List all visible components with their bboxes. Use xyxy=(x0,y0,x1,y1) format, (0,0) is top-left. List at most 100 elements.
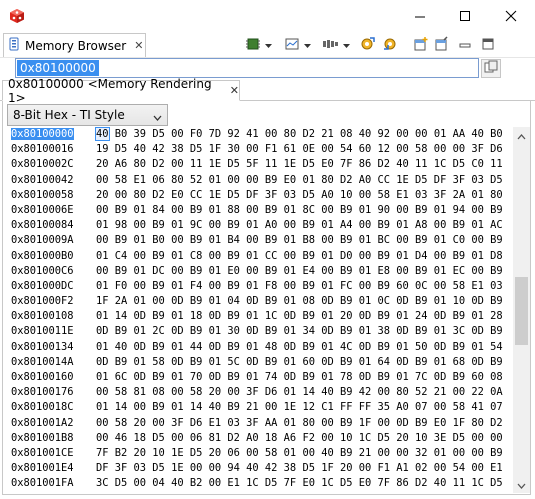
vertical-scrollbar[interactable] xyxy=(513,127,530,493)
memory-row[interactable]: 0x8010002C 20 A6 80 D2 00 11 1E D5 5F 11 … xyxy=(11,157,503,172)
tab-memory-browser[interactable]: Memory Browser ✕ xyxy=(3,33,146,57)
memory-row-bytes[interactable]: 0D B9 01 2C 0D B9 01 30 0D B9 01 34 0D B… xyxy=(96,324,503,339)
memory-row[interactable]: 0x801000B0 01 C4 00 B9 01 C8 00 B9 01 CC … xyxy=(11,249,503,264)
tab-close-icon[interactable]: ✕ xyxy=(134,39,143,52)
memory-row-bytes[interactable]: 00 B9 01 DC 00 B9 01 E0 00 B9 01 E4 00 B… xyxy=(96,264,503,279)
memory-row-bytes[interactable]: 00 46 18 D5 00 06 81 D2 A0 18 A6 F2 00 1… xyxy=(96,431,503,446)
memory-row-bytes[interactable]: 1F 2A 01 00 0D B9 01 04 0D B9 01 08 0D B… xyxy=(96,294,503,309)
toolbar-fill-button[interactable] xyxy=(321,35,341,55)
toolbar-layout-button[interactable] xyxy=(432,35,452,55)
go-button[interactable] xyxy=(481,59,501,78)
memory-row-bytes[interactable]: 3C D5 00 04 40 B2 00 E1 1C D5 7F E0 1C D… xyxy=(96,476,503,491)
memory-row[interactable]: 0x80100042 00 58 E1 06 80 52 01 00 00 B9 … xyxy=(11,173,503,188)
memory-row[interactable]: 0x801001FA 3C D5 00 04 40 B2 00 E1 1C D5 … xyxy=(11,476,503,491)
minimize-button[interactable] xyxy=(397,0,442,31)
chip-icon xyxy=(244,36,262,55)
memory-row-address: 0x801001FA xyxy=(11,476,96,491)
chevron-down-icon xyxy=(303,38,311,52)
memory-row[interactable]: 0x80100058 20 00 80 D2 E0 CC 1E D5 DF 3F … xyxy=(11,188,503,203)
toolbar-load-button[interactable] xyxy=(358,35,378,55)
memory-row-bytes[interactable]: 00 58 E1 06 80 52 01 00 00 B9 E0 01 80 D… xyxy=(96,173,503,188)
chip-dropdown[interactable] xyxy=(263,35,273,55)
memory-row-bytes[interactable]: 01 F0 00 B9 01 F4 00 B9 01 F8 00 B9 01 F… xyxy=(96,279,503,294)
toolbar-memory-button[interactable] xyxy=(283,35,303,55)
memory-row-address: 0x801001B8 xyxy=(11,431,96,446)
memory-row-bytes[interactable]: 0D B9 01 58 0D B9 01 5C 0D B9 01 60 0D B… xyxy=(96,355,503,370)
memory-row-bytes[interactable]: 40 B0 39 D5 00 F0 7D 92 41 00 80 D2 21 0… xyxy=(95,127,503,142)
load-gear-icon xyxy=(359,35,377,56)
format-select[interactable]: 8-Bit Hex - TI Style xyxy=(7,104,168,126)
byte-values: 01 6C 0D B9 01 70 0D B9 01 74 0D B9 01 7… xyxy=(96,371,503,383)
maximize-button[interactable] xyxy=(442,0,487,31)
byte-values: 20 00 80 D2 E0 CC 1E D5 DF 3F 03 D5 A0 1… xyxy=(96,188,503,201)
memory-row[interactable]: 0x801001B8 00 46 18 D5 00 06 81 D2 A0 18 … xyxy=(11,431,503,446)
memory-row[interactable]: 0x8010011E 0D B9 01 2C 0D B9 01 30 0D B9 … xyxy=(11,324,503,339)
selected-byte[interactable]: 40 xyxy=(95,127,110,141)
memory-row-bytes[interactable]: 01 14 00 B9 01 14 40 B9 21 00 1E 12 C1 F… xyxy=(96,400,503,415)
chevron-down-icon xyxy=(153,111,162,125)
byte-values: 00 58 E1 06 80 52 01 00 00 B9 E0 01 80 D… xyxy=(96,173,503,186)
byte-values: 1F 2A 01 00 0D B9 01 04 0D B9 01 08 0D B… xyxy=(96,295,503,308)
toolbar-save-button[interactable] xyxy=(380,35,400,55)
memory-row-bytes[interactable]: 01 40 0D B9 01 44 0D B9 01 48 0D B9 01 4… xyxy=(96,340,503,355)
memory-row-bytes[interactable]: 01 98 00 B9 01 9C 00 B9 01 A0 00 B9 01 A… xyxy=(96,218,503,233)
memory-row[interactable]: 0x80100000 40 B0 39 D5 00 F0 7D 92 41 00 … xyxy=(11,127,503,142)
memory-row[interactable]: 0x80100160 01 6C 0D B9 01 70 0D B9 01 74 … xyxy=(11,370,503,385)
memory-row[interactable]: 0x80100084 01 98 00 B9 01 9C 00 B9 01 A0 … xyxy=(11,218,503,233)
byte-values: 20 A6 80 D2 00 11 1E D5 5F 11 1E D5 E0 7… xyxy=(96,158,503,171)
memory-grid[interactable]: 0x80100000 40 B0 39 D5 00 F0 7D 92 41 00 … xyxy=(11,127,503,492)
memory-row-bytes[interactable]: 00 58 81 08 00 58 20 00 3F D6 01 14 40 B… xyxy=(96,385,503,400)
byte-values: 0D B9 01 58 0D B9 01 5C 0D B9 01 60 0D B… xyxy=(96,355,503,368)
memory-row[interactable]: 0x80100176 00 58 81 08 00 58 20 00 3F D6 … xyxy=(11,385,503,400)
memory-row-bytes[interactable]: 01 C4 00 B9 01 C8 00 B9 01 CC 00 B9 01 D… xyxy=(96,249,503,264)
close-window-button[interactable] xyxy=(488,0,533,31)
toolbar-new-tab-button[interactable] xyxy=(411,35,431,55)
memory-row-bytes[interactable]: 7F B2 20 10 1E D5 20 06 00 58 01 00 40 B… xyxy=(96,446,503,461)
memory-row[interactable]: 0x8010006E 00 B9 01 84 00 B9 01 88 00 B9 … xyxy=(11,203,503,218)
memory-row[interactable]: 0x801001A2 00 58 20 00 3F D6 E1 03 3F AA … xyxy=(11,416,503,431)
address-input[interactable]: 0x80100000 xyxy=(15,58,479,78)
rendering-tab-close-icon[interactable]: ✕ xyxy=(230,84,239,97)
memory-row-bytes[interactable]: 00 58 20 00 3F D6 E1 03 3F AA 01 80 00 B… xyxy=(96,416,503,431)
memory-row[interactable]: 0x801001CE 7F B2 20 10 1E D5 20 06 00 58 … xyxy=(11,446,503,461)
memory-row-bytes[interactable]: 19 D5 40 42 38 D5 1F 30 00 F1 61 0E 00 5… xyxy=(96,142,503,157)
byte-values: 0D B9 01 2C 0D B9 01 30 0D B9 01 34 0D B… xyxy=(96,325,503,338)
memory-row-bytes[interactable]: DF 3F 03 D5 1E 00 00 94 40 42 38 D5 1F 2… xyxy=(96,461,503,476)
memory-row-address: 0x80100016 xyxy=(11,142,96,157)
memory-dropdown[interactable] xyxy=(302,35,312,55)
memory-row[interactable]: 0x80100108 01 14 0D B9 01 18 0D B9 01 1C … xyxy=(11,309,503,324)
toolbar-maximize-view-button[interactable] xyxy=(478,35,498,55)
rendering-tab-bar: 0x80100000 <Memory Rendering 1> ✕ xyxy=(0,77,535,105)
memory-row[interactable]: 0x8010018C 01 14 00 B9 01 14 40 B9 21 00 … xyxy=(11,400,503,415)
memory-row-address: 0x801001E4 xyxy=(11,461,96,476)
memory-row-bytes[interactable]: 01 6C 0D B9 01 70 0D B9 01 74 0D B9 01 7… xyxy=(96,370,503,385)
fill-dropdown[interactable] xyxy=(341,35,351,55)
memory-row-bytes[interactable]: 00 B9 01 B0 00 B9 01 B4 00 B9 01 B8 00 B… xyxy=(96,233,503,248)
memory-row[interactable]: 0x801000F2 1F 2A 01 00 0D B9 01 04 0D B9 … xyxy=(11,294,503,309)
memory-row[interactable]: 0x801001E4 DF 3F 03 D5 1E 00 00 94 40 42 … xyxy=(11,461,503,476)
toolbar-chip-button[interactable] xyxy=(243,35,263,55)
toolbar-minimize-view-button[interactable] xyxy=(455,35,475,55)
memory-row[interactable]: 0x80100134 01 40 0D B9 01 44 0D B9 01 48 … xyxy=(11,340,503,355)
scroll-down-button[interactable] xyxy=(513,476,530,493)
memory-row-address: 0x80100084 xyxy=(11,218,96,233)
scroll-up-button[interactable] xyxy=(513,127,530,144)
memory-row[interactable]: 0x801000C6 00 B9 01 DC 00 B9 01 E0 00 B9 … xyxy=(11,264,503,279)
address-text: 0x801000DC xyxy=(11,279,74,292)
new-tab-icon xyxy=(413,36,429,55)
memory-row[interactable]: 0x8010009A 00 B9 01 B0 00 B9 01 B4 00 B9 … xyxy=(11,233,503,248)
address-input-value: 0x80100000 xyxy=(17,60,99,76)
memory-row[interactable]: 0x8010014A 0D B9 01 58 0D B9 01 5C 0D B9 … xyxy=(11,355,503,370)
memory-row-bytes[interactable]: 00 B9 01 84 00 B9 01 88 00 B9 01 8C 00 B… xyxy=(96,203,503,218)
chevron-down-icon xyxy=(342,38,350,52)
memory-row[interactable]: 0x80100016 19 D5 40 42 38 D5 1F 30 00 F1 … xyxy=(11,142,503,157)
tab-memory-rendering-1[interactable]: 0x80100000 <Memory Rendering 1> ✕ xyxy=(2,77,240,105)
scrollbar-thumb[interactable] xyxy=(515,277,528,345)
address-text: 0x8010009A xyxy=(11,234,74,247)
memory-row-bytes[interactable]: 20 00 80 D2 E0 CC 1E D5 DF 3F 03 D5 A0 1… xyxy=(96,188,503,203)
address-text: 0x8010018C xyxy=(11,401,74,414)
address-text: 0x801001FA xyxy=(11,477,74,490)
memory-row-bytes[interactable]: 20 A6 80 D2 00 11 1E D5 5F 11 1E D5 E0 7… xyxy=(96,157,503,172)
memory-row[interactable]: 0x801000DC 01 F0 00 B9 01 F4 00 B9 01 F8 … xyxy=(11,279,503,294)
memory-row-bytes[interactable]: 01 14 0D B9 01 18 0D B9 01 1C 0D B9 01 2… xyxy=(96,309,503,324)
